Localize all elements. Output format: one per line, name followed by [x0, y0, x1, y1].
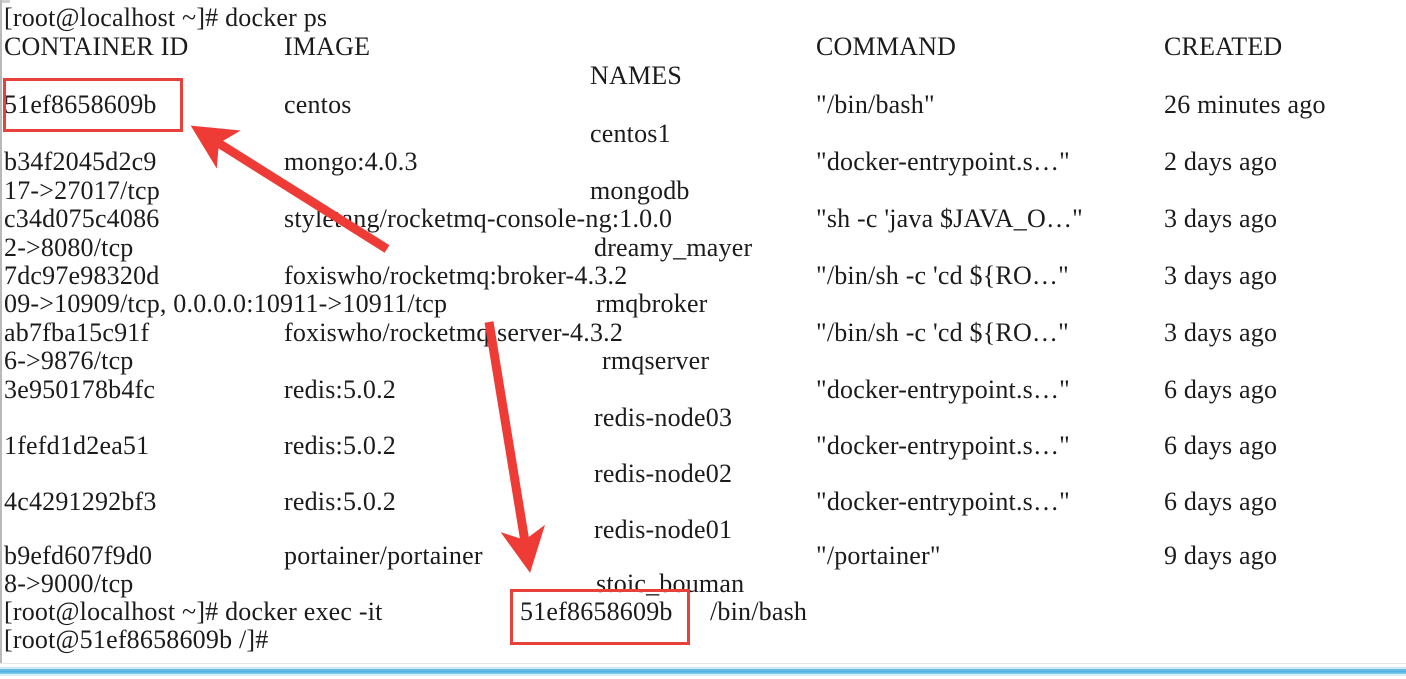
cell-image: foxiswho/rocketmq:broker-4.3.2: [284, 261, 628, 290]
cell-image: redis:5.0.2: [284, 431, 396, 460]
table-row: c34d075c4086 styletang/rocketmq-console-…: [4, 204, 1277, 233]
strip-lowlight: [0, 674, 1406, 676]
docker-exec-line: [root@localhost ~]# docker exec -it 51ef…: [4, 597, 807, 626]
table-row: 4c4291292bf3 redis:5.0.2 "docker-entrypo…: [4, 487, 1277, 516]
cell-command: "/bin/sh -c 'cd ${RO…": [816, 261, 1069, 290]
table-row-wrap: 17->27017/tcp mongodb: [4, 176, 689, 205]
container-shell-prompt-line: [root@51ef8658609b /]#: [4, 625, 268, 654]
cell-names: mongodb: [590, 176, 690, 205]
cell-names: stoic_bouman: [596, 569, 745, 598]
cell-ports: 8->9000/tcp: [4, 569, 134, 598]
cell-container-id: ab7fba15c91f: [4, 318, 150, 347]
header-names: NAMES: [590, 61, 683, 90]
cell-container-id: b9efd607f9d0: [4, 541, 153, 570]
table-row-wrap: centos1: [4, 119, 671, 148]
cell-created: 3 days ago: [1164, 261, 1278, 290]
header-command: COMMAND: [816, 32, 957, 61]
cell-names: redis-node01: [594, 515, 733, 544]
cell-command: "docker-entrypoint.s…": [816, 375, 1070, 404]
cell-container-id: 7dc97e98320d: [4, 261, 160, 290]
cell-command: "docker-entrypoint.s…": [816, 487, 1070, 516]
table-row-wrap: redis-node01: [4, 515, 732, 544]
cell-created: 3 days ago: [1164, 204, 1278, 233]
terminal-screenshot: [root@localhost ~]# docker ps CONTAINER …: [0, 0, 1406, 679]
cell-created: 26 minutes ago: [1164, 90, 1326, 119]
prompt-text: [root@localhost ~]# docker ps: [4, 3, 328, 32]
table-row: ab7fba15c91f foxiswho/rocketmq:server-4.…: [4, 318, 1277, 347]
table-row-wrap: 8->9000/tcp stoic_bouman: [4, 569, 744, 598]
cell-ports: 17->27017/tcp: [4, 176, 160, 205]
cell-image: mongo:4.0.3: [284, 147, 418, 176]
exec-container-id: 51ef8658609b: [520, 597, 673, 626]
cell-created: 6 days ago: [1164, 375, 1278, 404]
cell-image: foxiswho/rocketmq:server-4.3.2: [284, 318, 624, 347]
cell-container-id: 51ef8658609b: [4, 90, 157, 119]
exec-command-text: [root@localhost ~]# docker exec -it: [4, 597, 383, 626]
cell-command: "docker-entrypoint.s…": [816, 147, 1070, 176]
table-header-wrap-row: NAMES: [4, 61, 682, 90]
cell-names: dreamy_mayer: [594, 233, 753, 262]
cell-container-id: 3e950178b4fc: [4, 375, 156, 404]
cell-created: 6 days ago: [1164, 431, 1278, 460]
cell-command: "/portainer": [816, 541, 941, 570]
table-row-wrap: 6->9876/tcp rmqserver: [4, 346, 709, 375]
cell-image: centos: [284, 90, 352, 119]
cell-created: 6 days ago: [1164, 487, 1278, 516]
table-row-wrap: 09->10909/tcp, 0.0.0.0:10911->10911/tcp …: [4, 289, 707, 318]
table-row-wrap: redis-node02: [4, 459, 732, 488]
cell-ports: 6->9876/tcp: [4, 346, 134, 375]
cell-image: portainer/portainer: [284, 541, 483, 570]
cell-created: 3 days ago: [1164, 318, 1278, 347]
cell-container-id: 1fefd1d2ea51: [4, 431, 150, 460]
cell-image: redis:5.0.2: [284, 487, 396, 516]
cell-ports: 09->10909/tcp, 0.0.0.0:10911->10911/tcp: [4, 289, 448, 318]
window-bottom-strip: [0, 663, 1406, 679]
table-row: 1fefd1d2ea51 redis:5.0.2 "docker-entrypo…: [4, 431, 1277, 460]
header-container-id: CONTAINER ID: [4, 32, 189, 61]
strip-top-edge: [0, 663, 1406, 664]
cell-command: "/bin/bash": [816, 90, 935, 119]
table-row: b9efd607f9d0 portainer/portainer "/porta…: [4, 541, 1277, 570]
cell-ports: 2->8080/tcp: [4, 233, 134, 262]
table-row: 51ef8658609b centos "/bin/bash" 26 minut…: [4, 90, 1325, 119]
cell-names: centos1: [590, 119, 671, 148]
cell-command: "/bin/sh -c 'cd ${RO…": [816, 318, 1069, 347]
cell-names: rmqserver: [602, 346, 710, 375]
header-created: CREATED: [1164, 32, 1283, 61]
cell-names: redis-node03: [594, 403, 733, 432]
header-image: IMAGE: [284, 32, 371, 61]
cell-command: "sh -c 'java $JAVA_O…": [816, 204, 1083, 233]
table-row: 7dc97e98320d foxiswho/rocketmq:broker-4.…: [4, 261, 1277, 290]
cell-image: redis:5.0.2: [284, 375, 396, 404]
table-header-row: CONTAINER ID IMAGE COMMAND CREATED: [4, 32, 1282, 61]
cell-names: redis-node02: [594, 459, 733, 488]
cell-created: 2 days ago: [1164, 147, 1278, 176]
cell-container-id: c34d075c4086: [4, 204, 160, 233]
table-row: b34f2045d2c9 mongo:4.0.3 "docker-entrypo…: [4, 147, 1277, 176]
table-row: 3e950178b4fc redis:5.0.2 "docker-entrypo…: [4, 375, 1277, 404]
cell-command: "docker-entrypoint.s…": [816, 431, 1070, 460]
cell-container-id: b34f2045d2c9: [4, 147, 157, 176]
exec-shell-path: /bin/bash: [710, 597, 808, 626]
cell-names: rmqbroker: [596, 289, 708, 318]
terminal-output[interactable]: [root@localhost ~]# docker ps CONTAINER …: [0, 0, 1406, 663]
container-shell-prompt: [root@51ef8658609b /]#: [4, 625, 269, 654]
command-prompt-line: [root@localhost ~]# docker ps: [4, 3, 327, 32]
table-row-wrap: redis-node03: [4, 403, 732, 432]
cell-container-id: 4c4291292bf3: [4, 487, 157, 516]
cell-created: 9 days ago: [1164, 541, 1278, 570]
cell-image: styletang/rocketmq-console-ng:1.0.0: [284, 204, 673, 233]
table-row-wrap: 2->8080/tcp dreamy_mayer: [4, 233, 752, 262]
